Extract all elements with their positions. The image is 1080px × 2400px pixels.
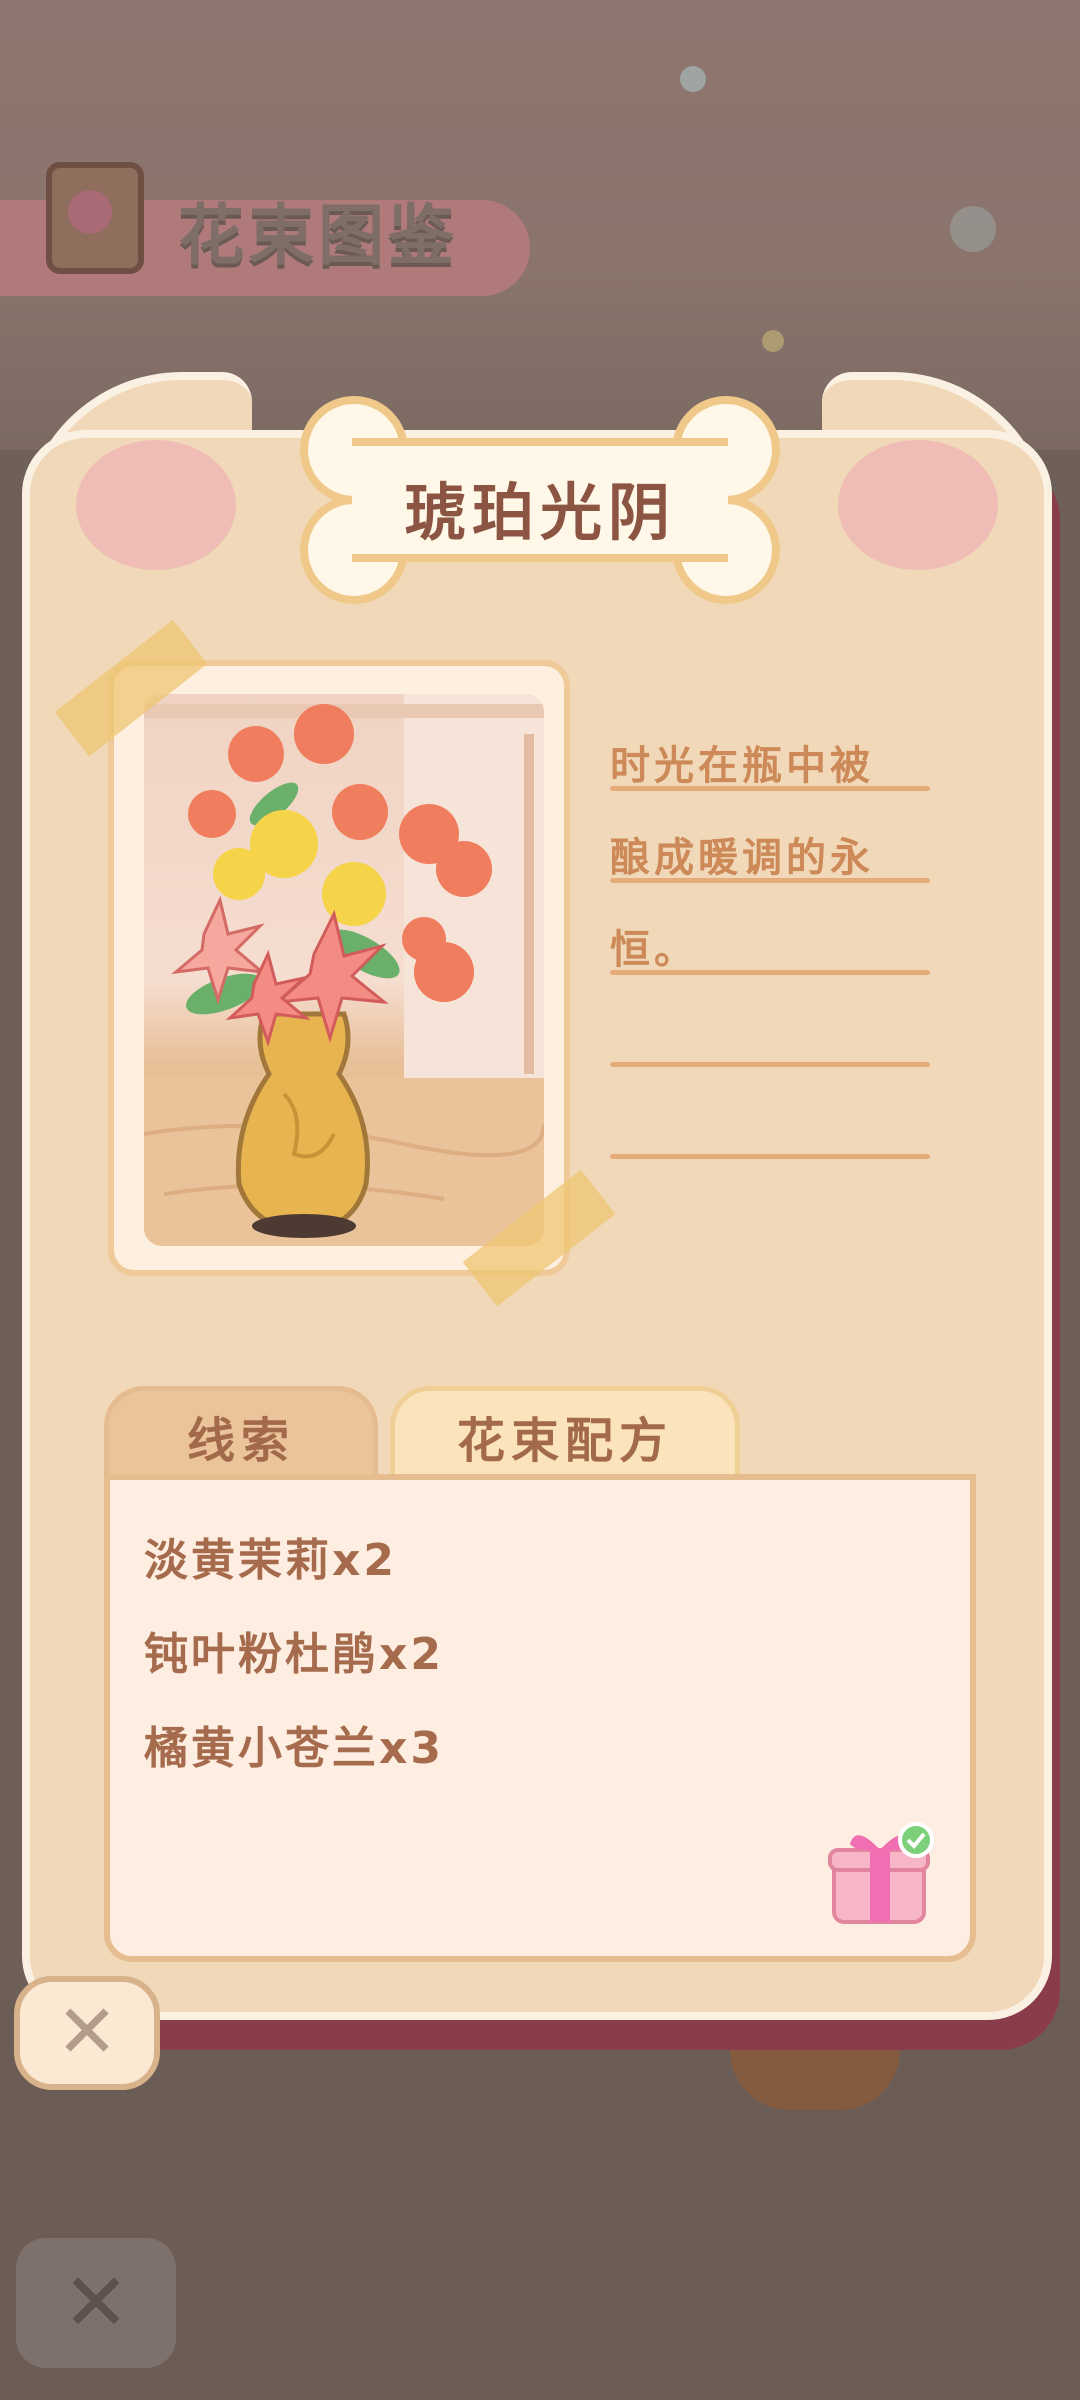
gift-icon[interactable] xyxy=(826,1820,934,1928)
background-close-icon: ✕ xyxy=(16,2238,176,2368)
tab-clues[interactable]: 线索 xyxy=(104,1386,378,1486)
description-line: 酿成暖调的永 xyxy=(610,835,874,881)
ear-inner-right xyxy=(838,440,998,570)
sparkle-decoration xyxy=(762,330,784,352)
ingredient-item: 淡黄茉莉x2 xyxy=(144,1535,397,1586)
description-line: 时光在瓶中被 xyxy=(610,743,874,789)
background-screen-title: 花束图鉴 xyxy=(178,197,458,274)
ruled-line xyxy=(610,1154,930,1159)
ingredient-item: 橘黄小苍兰x3 xyxy=(144,1723,444,1774)
description-line: 恒。 xyxy=(610,927,698,973)
close-button[interactable]: ✕ xyxy=(14,1976,160,2090)
ruled-line xyxy=(610,970,930,975)
ruled-line xyxy=(610,1062,930,1067)
bouquet-title: 琥珀光阴 xyxy=(403,476,676,549)
book-icon xyxy=(46,162,144,274)
close-icon: ✕ xyxy=(55,1989,118,2075)
ingredient-item: 钝叶粉杜鹃x2 xyxy=(144,1629,444,1680)
bouquet-description: 时光在瓶中被 酿成暖调的永 恒。 xyxy=(610,720,930,996)
sparkle-decoration xyxy=(950,206,996,252)
ruled-line xyxy=(610,878,930,883)
sparkle-decoration xyxy=(680,66,706,92)
bouquet-photo xyxy=(144,694,544,1246)
ruled-line xyxy=(610,786,930,791)
tab-bouquet-recipe[interactable]: 花束配方 xyxy=(390,1386,740,1486)
ear-inner-left xyxy=(76,440,236,570)
